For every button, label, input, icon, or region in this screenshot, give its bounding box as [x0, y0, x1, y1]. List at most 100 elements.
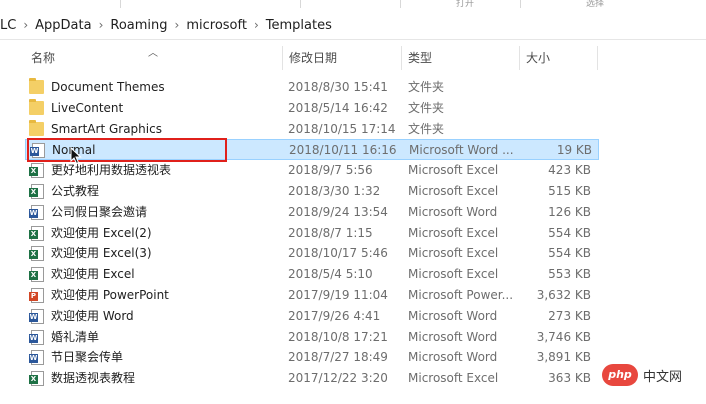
- word-badge-icon: W: [29, 208, 38, 218]
- file-name: 欢迎使用 Excel(3): [51, 246, 152, 261]
- word-file-icon: W: [29, 308, 44, 324]
- file-size: 19 KB: [556, 143, 592, 158]
- folder-icon: [29, 78, 44, 94]
- file-row[interactable]: LiveContent 2018/5/14 16:42 文件夹: [25, 98, 597, 118]
- file-size: 515 KB: [548, 184, 591, 198]
- file-date: 2018/9/24 13:54: [288, 204, 388, 219]
- file-row[interactable]: X 欢迎使用 Excel 2018/5/4 5:10 Microsoft Excel 5…: [25, 264, 597, 284]
- file-row[interactable]: W 公司假日聚会邀请 2018/9/24 13:54 Microsoft Word 12…: [25, 202, 597, 222]
- file-date: 2018/5/4 5:10: [288, 267, 373, 282]
- file-row[interactable]: W 欢迎使用 Word 2017/9/26 4:41 Microsoft Word 27…: [25, 306, 597, 326]
- file-name: 欢迎使用 PowerPoint: [51, 288, 169, 302]
- file-type: 文件夹: [408, 80, 445, 94]
- folder-icon: [29, 98, 44, 115]
- file-row[interactable]: Document Themes 2018/8/30 15:41 文件夹: [25, 77, 597, 97]
- watermark: php 中文网: [602, 362, 700, 388]
- ribbon-divider: [400, 0, 401, 8]
- address-bar[interactable]: LC › AppData › Roaming › microsoft › Tem…: [0, 11, 706, 40]
- file-type: 文件夹: [408, 121, 445, 136]
- column-divider[interactable]: [519, 46, 520, 70]
- file-type: Microsoft Excel: [408, 184, 499, 198]
- word-badge-icon: W: [29, 312, 38, 322]
- file-row[interactable]: SmartArt Graphics 2018/10/15 17:14 文件夹: [25, 119, 597, 139]
- file-type: Microsoft Excel: [408, 371, 499, 386]
- file-name: 欢迎使用 Word: [51, 308, 134, 323]
- file-date: 2017/9/19 11:04: [288, 288, 388, 302]
- file-type: Microsoft Power...: [408, 288, 514, 302]
- ribbon-select-button[interactable]: 选择: [586, 0, 604, 9]
- file-row[interactable]: P 欢迎使用 PowerPoint 2017/9/19 11:04 Microsoft…: [25, 285, 597, 305]
- breadcrumb-item[interactable]: Templates: [266, 18, 332, 33]
- php-logo: php: [602, 364, 638, 386]
- file-size: 553 KB: [548, 267, 591, 282]
- file-row[interactable]: X 公式教程 2018/3/30 1:32 Microsoft Excel 515 KB: [25, 181, 597, 201]
- file-type: Microsoft Word: [408, 350, 498, 365]
- file-type: Microsoft Excel: [408, 267, 499, 282]
- word-file-icon: W: [29, 329, 44, 345]
- file-row[interactable]: W 婚礼清单 2018/10/8 17:21 Microsoft Word 3,746 …: [25, 327, 597, 347]
- breadcrumb-item[interactable]: Roaming: [110, 18, 167, 33]
- chevron-right-icon[interactable]: ›: [23, 18, 28, 32]
- ribbon-divider: [120, 0, 121, 8]
- file-size: 554 KB: [548, 225, 591, 240]
- ribbon-divider: [520, 0, 521, 8]
- file-size: 126 KB: [548, 204, 591, 219]
- column-type[interactable]: 类型: [408, 44, 432, 72]
- file-name: 更好地利用数据透视表: [51, 163, 172, 178]
- chevron-right-icon[interactable]: ›: [175, 18, 180, 32]
- file-type: Microsoft Word: [408, 329, 498, 344]
- file-type: Microsoft Excel: [408, 163, 499, 178]
- file-row[interactable]: X 数据透视表教程 2017/12/22 3:20 Microsoft Excel 36…: [25, 368, 597, 388]
- chevron-right-icon[interactable]: ›: [254, 18, 259, 32]
- ribbon-open-button[interactable]: 打开: [456, 0, 474, 9]
- file-date: 2018/10/15 17:14: [288, 121, 396, 136]
- file-date: 2018/8/7 1:15: [288, 225, 373, 240]
- file-date: 2018/5/14 16:42: [288, 100, 388, 115]
- ribbon-strip: 打开 选择: [0, 0, 706, 9]
- file-name: 婚礼清单: [51, 329, 100, 344]
- excel-file-icon: X: [29, 246, 44, 262]
- file-date: 2018/3/30 1:32: [288, 184, 381, 198]
- column-size[interactable]: 大小: [526, 44, 550, 72]
- file-row[interactable]: W 节日聚会传单 2018/7/27 18:49 Microsoft Word 3,89…: [25, 347, 597, 367]
- file-row[interactable]: X 欢迎使用 Excel(3) 2018/10/17 5:46 Microsoft E…: [25, 243, 597, 263]
- column-divider[interactable]: [282, 46, 283, 70]
- excel-file-icon: X: [29, 267, 44, 283]
- watermark-text: 中文网: [643, 369, 683, 385]
- file-date: 2017/12/22 3:20: [288, 371, 388, 386]
- excel-file-icon: X: [29, 225, 44, 241]
- file-name: SmartArt Graphics: [51, 121, 162, 136]
- column-name[interactable]: 名称: [31, 44, 55, 72]
- excel-badge-icon: X: [29, 271, 38, 281]
- column-divider[interactable]: [597, 46, 598, 70]
- file-row[interactable]: X 更好地利用数据透视表 2018/9/7 5:56 Microsoft Excel 4…: [25, 160, 597, 180]
- ribbon-divider: [300, 0, 301, 8]
- file-date: 2018/9/7 5:56: [288, 163, 373, 178]
- excel-badge-icon: X: [29, 188, 38, 197]
- powerpoint-file-icon: P: [29, 288, 44, 303]
- file-size: 3,746 KB: [536, 329, 591, 344]
- breadcrumb-item[interactable]: microsoft: [186, 18, 247, 33]
- folder-icon: [29, 119, 44, 136]
- excel-file-icon: X: [29, 371, 44, 387]
- excel-badge-icon: X: [29, 250, 38, 260]
- file-date: 2018/10/11 16:16: [289, 143, 397, 158]
- column-divider[interactable]: [401, 46, 402, 70]
- column-header: 名称 ︿ 修改日期 类型 大小: [0, 44, 706, 72]
- excel-badge-icon: X: [29, 375, 38, 385]
- file-name: 数据透视表教程: [51, 371, 136, 386]
- breadcrumb-item[interactable]: AppData: [35, 18, 91, 33]
- file-date: 2018/10/8 17:21: [288, 329, 388, 344]
- file-size: 423 KB: [548, 163, 591, 178]
- file-type: Microsoft Excel: [408, 246, 499, 261]
- powerpoint-badge-icon: P: [29, 292, 38, 301]
- file-type: 文件夹: [408, 100, 445, 115]
- excel-file-icon: X: [29, 163, 44, 179]
- file-size: 554 KB: [548, 246, 591, 261]
- breadcrumb-item[interactable]: LC: [0, 18, 16, 33]
- file-size: 363 KB: [548, 371, 591, 386]
- column-date[interactable]: 修改日期: [289, 44, 337, 72]
- file-row[interactable]: X 欢迎使用 Excel(2) 2018/8/7 1:15 Microsoft Exc…: [25, 223, 597, 243]
- chevron-right-icon[interactable]: ›: [99, 18, 104, 32]
- file-name: 公司假日聚会邀请: [51, 204, 148, 219]
